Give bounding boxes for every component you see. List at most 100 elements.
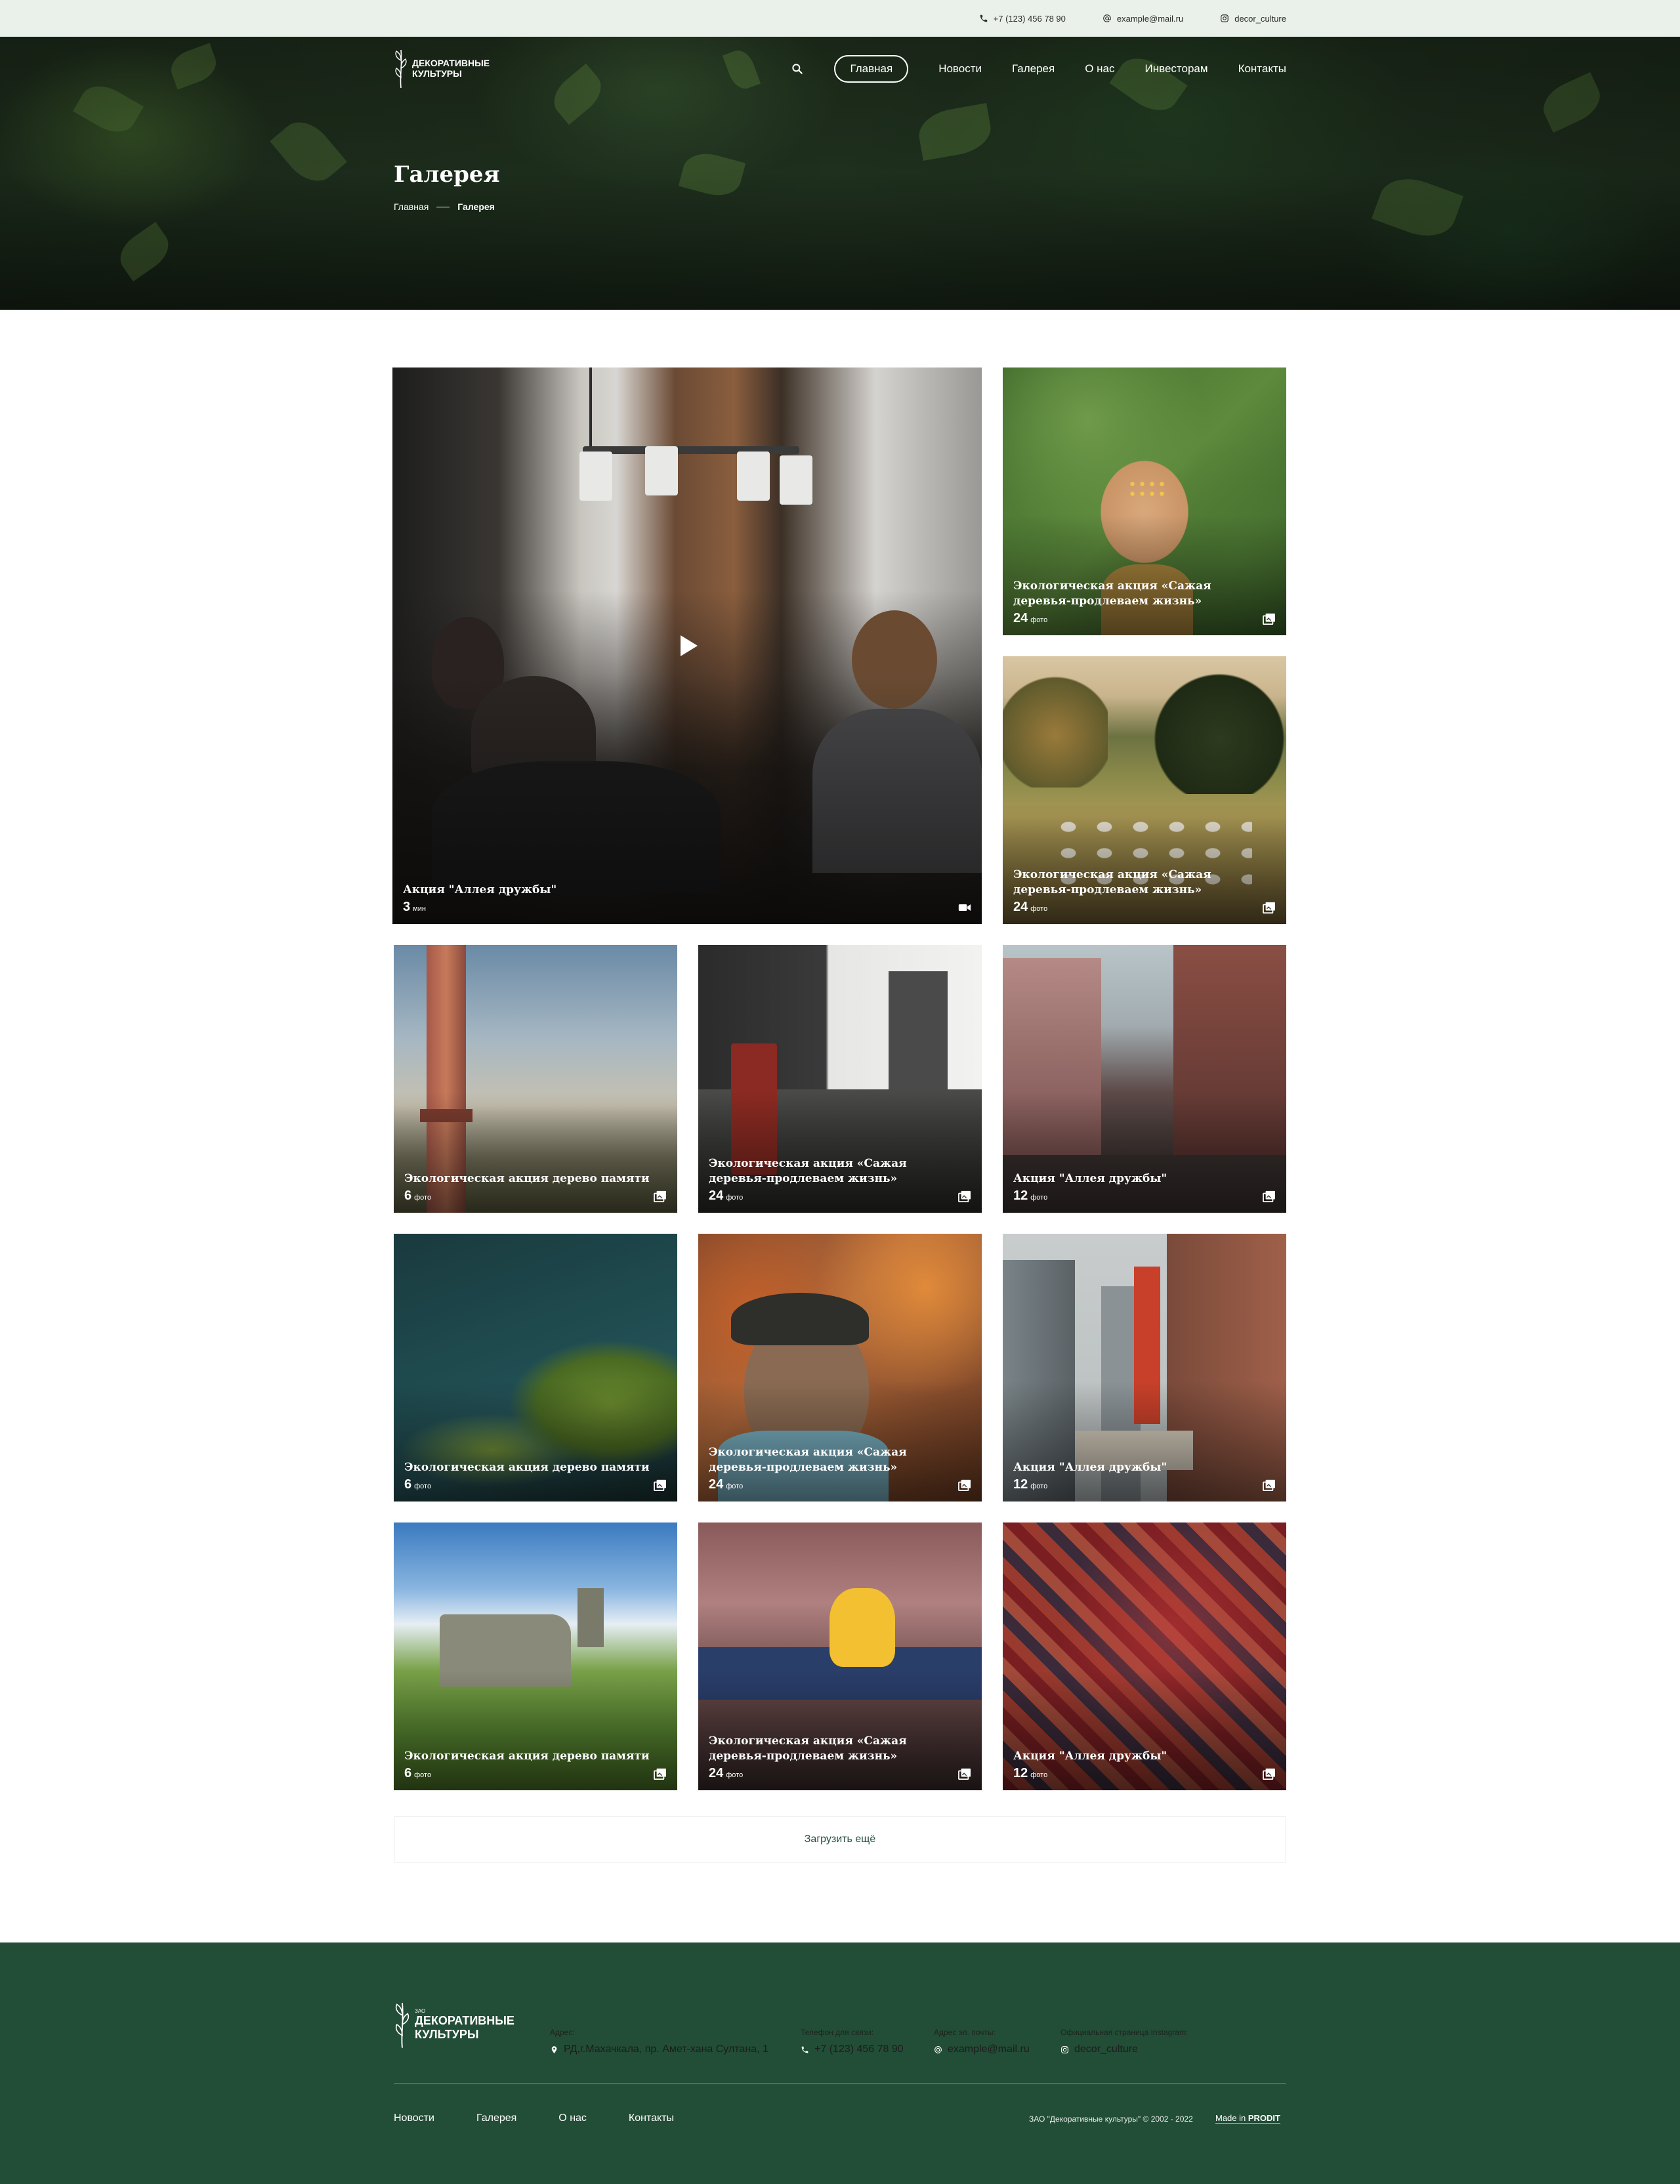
nav-item-news[interactable]: Новости bbox=[938, 62, 982, 75]
top-instagram-text: decor_culture bbox=[1234, 13, 1286, 24]
footer-nav-news[interactable]: Новости bbox=[394, 2112, 434, 2124]
card-count: 3 мин bbox=[403, 900, 426, 915]
load-more-button[interactable]: Загрузить ещё bbox=[394, 1816, 1286, 1862]
nav-item-about[interactable]: О нас bbox=[1085, 62, 1114, 75]
count-number: 24 bbox=[1013, 900, 1028, 914]
card-title: Акция "Аллея дружбы" bbox=[1013, 1461, 1167, 1475]
count-unit: фото bbox=[1030, 905, 1048, 913]
card-count: 12 фото bbox=[1013, 1477, 1047, 1492]
address-value-row: РД,г.Махачкала, пр. Амет-хана Султана, 1 bbox=[550, 2044, 768, 2055]
card-title: Экологическая акция «Сажая деревья-продл… bbox=[1013, 579, 1211, 608]
count-unit: фото bbox=[726, 1194, 744, 1202]
footer-phone: Телефон для связи: +7 (123) 456 78 90 bbox=[801, 2028, 904, 2055]
email-label: Адрес эл. почты: bbox=[934, 2028, 996, 2037]
count-unit: фото bbox=[414, 1771, 432, 1779]
card-count: 12 фото bbox=[1013, 1188, 1047, 1204]
gallery-card[interactable]: Акция "Аллея дружбы" 12 фото bbox=[1003, 1522, 1286, 1790]
count-number: 24 bbox=[709, 1477, 724, 1492]
gallery-card[interactable]: Экологическая акция «Сажая деревья-продл… bbox=[1003, 656, 1286, 924]
at-icon bbox=[1103, 14, 1111, 22]
gallery-card[interactable]: Экологическая акция «Сажая деревья-продл… bbox=[698, 1234, 982, 1502]
gallery-card-video[interactable]: Акция "Аллея дружбы" 3 мин bbox=[392, 368, 982, 924]
gallery-card[interactable]: Экологическая акция дерево памяти 6 фото bbox=[394, 945, 677, 1213]
nav-item-gallery[interactable]: Галерея bbox=[1012, 62, 1055, 75]
footer-address: Адрес: РД,г.Махачкала, пр. Амет-хана Сул… bbox=[550, 2028, 768, 2055]
photo-album-icon bbox=[654, 1190, 666, 1202]
count-unit: фото bbox=[726, 1771, 744, 1779]
card-count: 24 фото bbox=[709, 1766, 743, 1781]
count-number: 12 bbox=[1013, 1477, 1028, 1492]
instagram-value-row[interactable]: decor_culture bbox=[1060, 2044, 1188, 2055]
card-count: 24 фото bbox=[1013, 900, 1047, 915]
instagram-value: decor_culture bbox=[1074, 2044, 1138, 2055]
photo-album-icon bbox=[958, 1190, 971, 1202]
count-number: 3 bbox=[403, 900, 411, 914]
footer-divider bbox=[394, 2083, 1286, 2084]
top-phone[interactable]: +7 (123) 456 78 90 bbox=[979, 14, 1066, 24]
photo-album-icon bbox=[958, 1768, 971, 1780]
gallery-card[interactable]: Экологическая акция «Сажая деревья-продл… bbox=[1003, 368, 1286, 635]
address-label: Адрес: bbox=[550, 2028, 575, 2037]
instagram-icon bbox=[1061, 2046, 1068, 2053]
logo-line-2: КУЛЬТУРЫ bbox=[412, 68, 462, 79]
main-nav: Главная Новости Галерея О нас Инвесторам… bbox=[791, 55, 1286, 83]
top-instagram[interactable]: decor_culture bbox=[1220, 14, 1286, 24]
logo-line-1: ДЕКОРАТИВНЫЕ bbox=[412, 57, 490, 68]
gallery-card[interactable]: Экологическая акция дерево памяти 6 фото bbox=[394, 1522, 677, 1790]
card-title: Экологическая акция дерево памяти bbox=[404, 1461, 650, 1475]
top-contact-bar: +7 (123) 456 78 90 example@mail.ru decor… bbox=[0, 0, 1680, 37]
gallery-card[interactable]: Экологическая акция дерево памяти 6 фото bbox=[394, 1234, 677, 1502]
card-count: 6 фото bbox=[404, 1766, 431, 1781]
card-count: 6 фото bbox=[404, 1477, 431, 1492]
nav-item-contacts[interactable]: Контакты bbox=[1238, 62, 1286, 75]
footer-instagram: Официальная страница Instagram: decor_cu… bbox=[1060, 2028, 1188, 2055]
gallery-card[interactable]: Экологическая акция «Сажая деревья-продл… bbox=[698, 945, 982, 1213]
gallery-card[interactable]: Акция "Аллея дружбы" 12 фото bbox=[1003, 1234, 1286, 1502]
map-pin-icon bbox=[551, 2046, 557, 2053]
card-title: Экологическая акция «Сажая деревья-продл… bbox=[709, 1157, 907, 1186]
count-unit: фото bbox=[1030, 616, 1048, 624]
top-contacts: +7 (123) 456 78 90 example@mail.ru decor… bbox=[979, 0, 1286, 37]
footer-logo[interactable]: ЗАО ДЕКОРАТИВНЫЕ КУЛЬТУРЫ bbox=[394, 1995, 514, 2054]
gallery-card[interactable]: Акция "Аллея дружбы" 12 фото bbox=[1003, 945, 1286, 1213]
footer-nav-contacts[interactable]: Контакты bbox=[629, 2112, 674, 2124]
count-unit: фото bbox=[1030, 1194, 1048, 1202]
footer-copyright: ЗАО "Декоративные культуры" © 2002 - 202… bbox=[1029, 2114, 1193, 2124]
count-number: 24 bbox=[709, 1766, 724, 1780]
card-title: Экологическая акция «Сажая деревья-продл… bbox=[709, 1734, 907, 1763]
breadcrumb-current: Галерея bbox=[457, 201, 495, 212]
footer-nav-about[interactable]: О нас bbox=[558, 2112, 587, 2124]
breadcrumb-home[interactable]: Главная bbox=[394, 201, 429, 212]
card-count: 24 фото bbox=[709, 1477, 743, 1492]
phone-value-row[interactable]: +7 (123) 456 78 90 bbox=[801, 2044, 904, 2055]
count-number: 12 bbox=[1013, 1188, 1028, 1203]
email-value-row[interactable]: example@mail.ru bbox=[934, 2044, 1030, 2055]
nav-item-investors[interactable]: Инвесторам bbox=[1145, 62, 1208, 75]
count-unit: фото bbox=[726, 1482, 744, 1490]
email-value: example@mail.ru bbox=[948, 2044, 1030, 2055]
card-count: 24 фото bbox=[1013, 611, 1047, 626]
play-icon[interactable] bbox=[679, 634, 699, 658]
nav-item-home[interactable]: Главная bbox=[834, 55, 909, 83]
count-unit: фото bbox=[1030, 1482, 1048, 1490]
made-in-link[interactable]: Made in PRODIT bbox=[1215, 2113, 1280, 2124]
count-number: 6 bbox=[404, 1188, 412, 1203]
video-camera-icon bbox=[958, 904, 971, 911]
logo-zao: ЗАО bbox=[415, 2007, 426, 2014]
top-email[interactable]: example@mail.ru bbox=[1102, 14, 1183, 24]
top-phone-text: +7 (123) 456 78 90 bbox=[993, 13, 1066, 24]
footer-nav-gallery[interactable]: Галерея bbox=[476, 2112, 516, 2124]
leaf-logo-icon bbox=[395, 49, 407, 89]
phone-icon bbox=[801, 2046, 808, 2053]
gallery-card[interactable]: Экологическая акция «Сажая деревья-продл… bbox=[698, 1522, 982, 1790]
card-title: Экологическая акция дерево памяти bbox=[404, 1750, 650, 1763]
footer-email: Адрес эл. почты: example@mail.ru bbox=[934, 2028, 1030, 2055]
count-unit: фото bbox=[414, 1482, 432, 1490]
search-icon[interactable] bbox=[791, 62, 804, 75]
photo-album-icon bbox=[958, 1479, 971, 1491]
site-logo[interactable]: ДЕКОРАТИВНЫЕ КУЛЬТУРЫ bbox=[394, 47, 490, 89]
photo-album-icon bbox=[1263, 902, 1275, 914]
photo-album-icon bbox=[1263, 613, 1275, 625]
breadcrumb: Главная Галерея bbox=[394, 201, 495, 212]
footer-nav: Новости Галерея О нас Контакты bbox=[394, 2112, 674, 2124]
